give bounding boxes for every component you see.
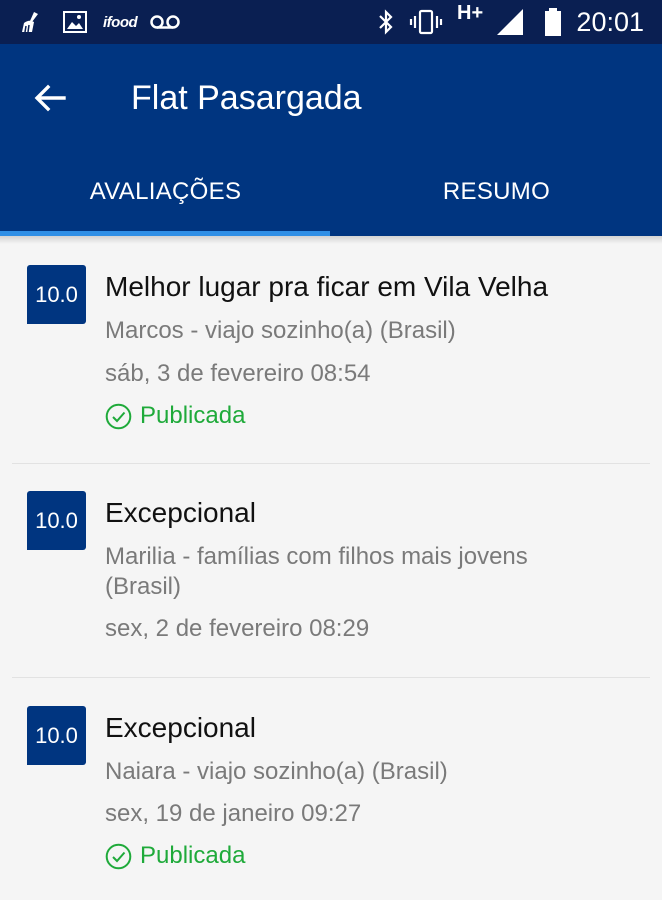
review-item[interactable]: 10.0 Excepcional Naiara - viajo sozinho(… xyxy=(12,678,650,900)
review-title: Excepcional xyxy=(105,497,256,528)
review-author: Marilia - famílias com filhos mais joven… xyxy=(105,543,528,600)
review-status: Publicada xyxy=(105,401,245,431)
status-label: Publicada xyxy=(140,842,246,869)
battery-icon xyxy=(543,8,563,36)
image-icon xyxy=(63,8,87,36)
check-circle-icon xyxy=(105,403,132,429)
app-bar: Flat Pasargada AVALIAÇÕES RESUMO xyxy=(0,44,662,236)
network-type-label: H+ xyxy=(457,2,484,24)
status-bar: ifood H+ 20:01 xyxy=(0,0,662,44)
bluetooth-icon xyxy=(376,8,396,36)
tab-label: RESUMO xyxy=(442,177,551,205)
arrow-left-icon xyxy=(34,84,66,112)
ifood-icon: ifood xyxy=(103,13,138,31)
score-badge: 10.0 xyxy=(27,491,86,550)
voicemail-icon xyxy=(150,8,180,36)
clock: 20:01 xyxy=(576,7,644,37)
review-date: sáb, 3 de fevereiro 08:54 xyxy=(105,360,371,387)
back-button[interactable] xyxy=(24,72,76,124)
review-title: Melhor lugar pra ficar em Vila Velha xyxy=(105,271,549,302)
tab-label: AVALIAÇÕES xyxy=(89,177,242,205)
broom-icon xyxy=(18,8,44,36)
review-status: Publicada xyxy=(105,841,245,871)
status-label: Publicada xyxy=(140,402,246,429)
review-item[interactable]: 10.0 Melhor lugar pra ficar em Vila Velh… xyxy=(12,236,650,464)
review-list: 10.0 Melhor lugar pra ficar em Vila Velh… xyxy=(0,236,662,900)
review-date: sex, 2 de fevereiro 08:29 xyxy=(105,615,370,642)
tab-avaliacoes[interactable]: AVALIAÇÕES xyxy=(0,159,331,236)
vibrate-icon xyxy=(409,8,443,36)
review-author: Naiara - viajo sozinho(a) (Brasil) xyxy=(105,758,448,785)
review-date: sex, 19 de janeiro 09:27 xyxy=(105,800,362,827)
screen: ifood H+ 20:01 Flat Pasargada AVALIAÇÕES… xyxy=(0,0,662,900)
page-title: Flat Pasargada xyxy=(131,79,362,117)
tab-bar: AVALIAÇÕES RESUMO xyxy=(0,159,662,236)
app-bar-shadow xyxy=(0,236,662,244)
check-circle-icon xyxy=(105,843,132,869)
review-item[interactable]: 10.0 Excepcional Marilia - famílias com … xyxy=(12,464,650,678)
review-author: Marcos - viajo sozinho(a) (Brasil) xyxy=(105,317,456,344)
tab-resumo[interactable]: RESUMO xyxy=(331,159,662,236)
review-title: Excepcional xyxy=(105,712,256,743)
score-badge: 10.0 xyxy=(27,265,86,324)
signal-icon xyxy=(495,8,525,36)
score-badge: 10.0 xyxy=(27,706,86,765)
